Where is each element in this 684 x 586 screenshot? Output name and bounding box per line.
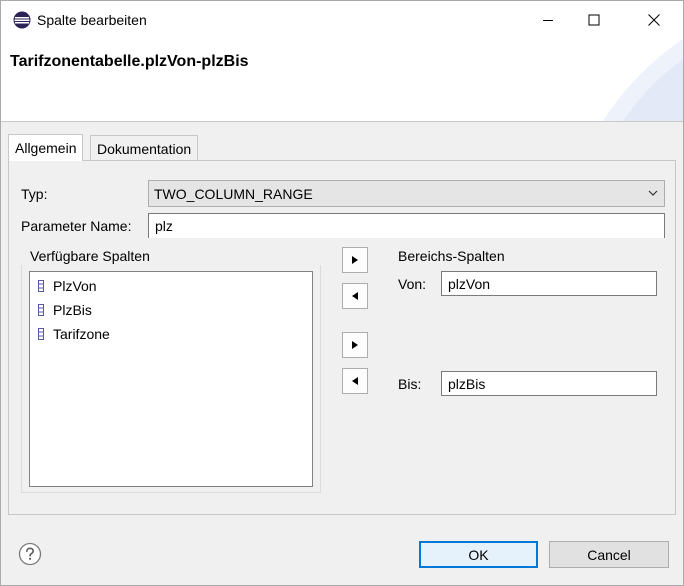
bis-input[interactable]: plzBis	[441, 371, 657, 396]
eclipse-icon	[13, 11, 31, 29]
maximize-button[interactable]	[571, 1, 617, 39]
type-combo-value: TWO_COLUMN_RANGE	[154, 185, 313, 202]
list-item[interactable]: PlzBis	[38, 300, 92, 320]
dialog-window: Spalte bearbeiten Tarifzonentabelle.plzV…	[0, 0, 684, 586]
tab-dokumentation[interactable]: Dokumentation	[90, 135, 199, 161]
help-icon[interactable]	[18, 542, 42, 566]
available-columns-list[interactable]: PlzVon PlzBis Tarifzone	[29, 271, 313, 487]
column-icon	[38, 280, 44, 292]
type-label: Typ:	[21, 186, 48, 202]
close-icon	[648, 14, 660, 26]
arrow-left-icon	[352, 292, 358, 300]
cancel-button-label: Cancel	[587, 546, 631, 563]
von-value: plzVon	[448, 275, 491, 292]
column-icon	[38, 328, 44, 340]
list-item[interactable]: PlzVon	[38, 276, 97, 296]
dialog-header: Tarifzonentabelle.plzVon-plzBis	[1, 39, 683, 121]
tab-label: Allgemein	[15, 140, 77, 156]
add-bis-button[interactable]	[342, 332, 368, 358]
available-columns-label: Verfügbare Spalten	[30, 248, 150, 264]
close-button[interactable]	[631, 1, 677, 39]
bis-label: Bis:	[398, 376, 422, 392]
von-input[interactable]: plzVon	[441, 271, 657, 296]
remove-von-button[interactable]	[342, 283, 368, 309]
minimize-button[interactable]	[525, 1, 571, 39]
param-name-input[interactable]: plz	[148, 213, 665, 238]
type-combo[interactable]: TWO_COLUMN_RANGE	[148, 180, 665, 207]
arrow-left-icon	[352, 377, 358, 385]
header-decoration	[603, 39, 683, 121]
remove-bis-button[interactable]	[342, 368, 368, 394]
param-label: Parameter Name:	[21, 218, 132, 234]
arrow-right-icon	[352, 341, 358, 349]
ok-button-label: OK	[468, 546, 489, 563]
arrow-right-icon	[352, 256, 358, 264]
window-title: Spalte bearbeiten	[37, 12, 147, 28]
cancel-button[interactable]: Cancel	[549, 541, 669, 568]
chevron-down-icon	[648, 190, 658, 196]
header-separator	[1, 121, 683, 122]
tab-allgemein[interactable]: Allgemein	[8, 134, 84, 161]
bis-value: plzBis	[448, 375, 486, 392]
title-bar: Spalte bearbeiten	[1, 1, 683, 39]
ok-button[interactable]: OK	[419, 541, 538, 568]
range-columns-label: Bereichs-Spalten	[398, 248, 505, 264]
add-von-button[interactable]	[342, 247, 368, 273]
list-item[interactable]: Tarifzone	[38, 324, 110, 344]
list-item-label: Tarifzone	[53, 326, 110, 342]
tab-label: Dokumentation	[97, 140, 192, 157]
minimize-icon	[543, 20, 553, 21]
maximize-icon	[588, 14, 600, 26]
list-item-label: PlzVon	[53, 278, 97, 294]
list-item-label: PlzBis	[53, 302, 92, 318]
param-name-value: plz	[155, 218, 173, 234]
header-title: Tarifzonentabelle.plzVon-plzBis	[10, 53, 249, 70]
von-label: Von:	[398, 276, 427, 292]
column-icon	[38, 304, 44, 316]
